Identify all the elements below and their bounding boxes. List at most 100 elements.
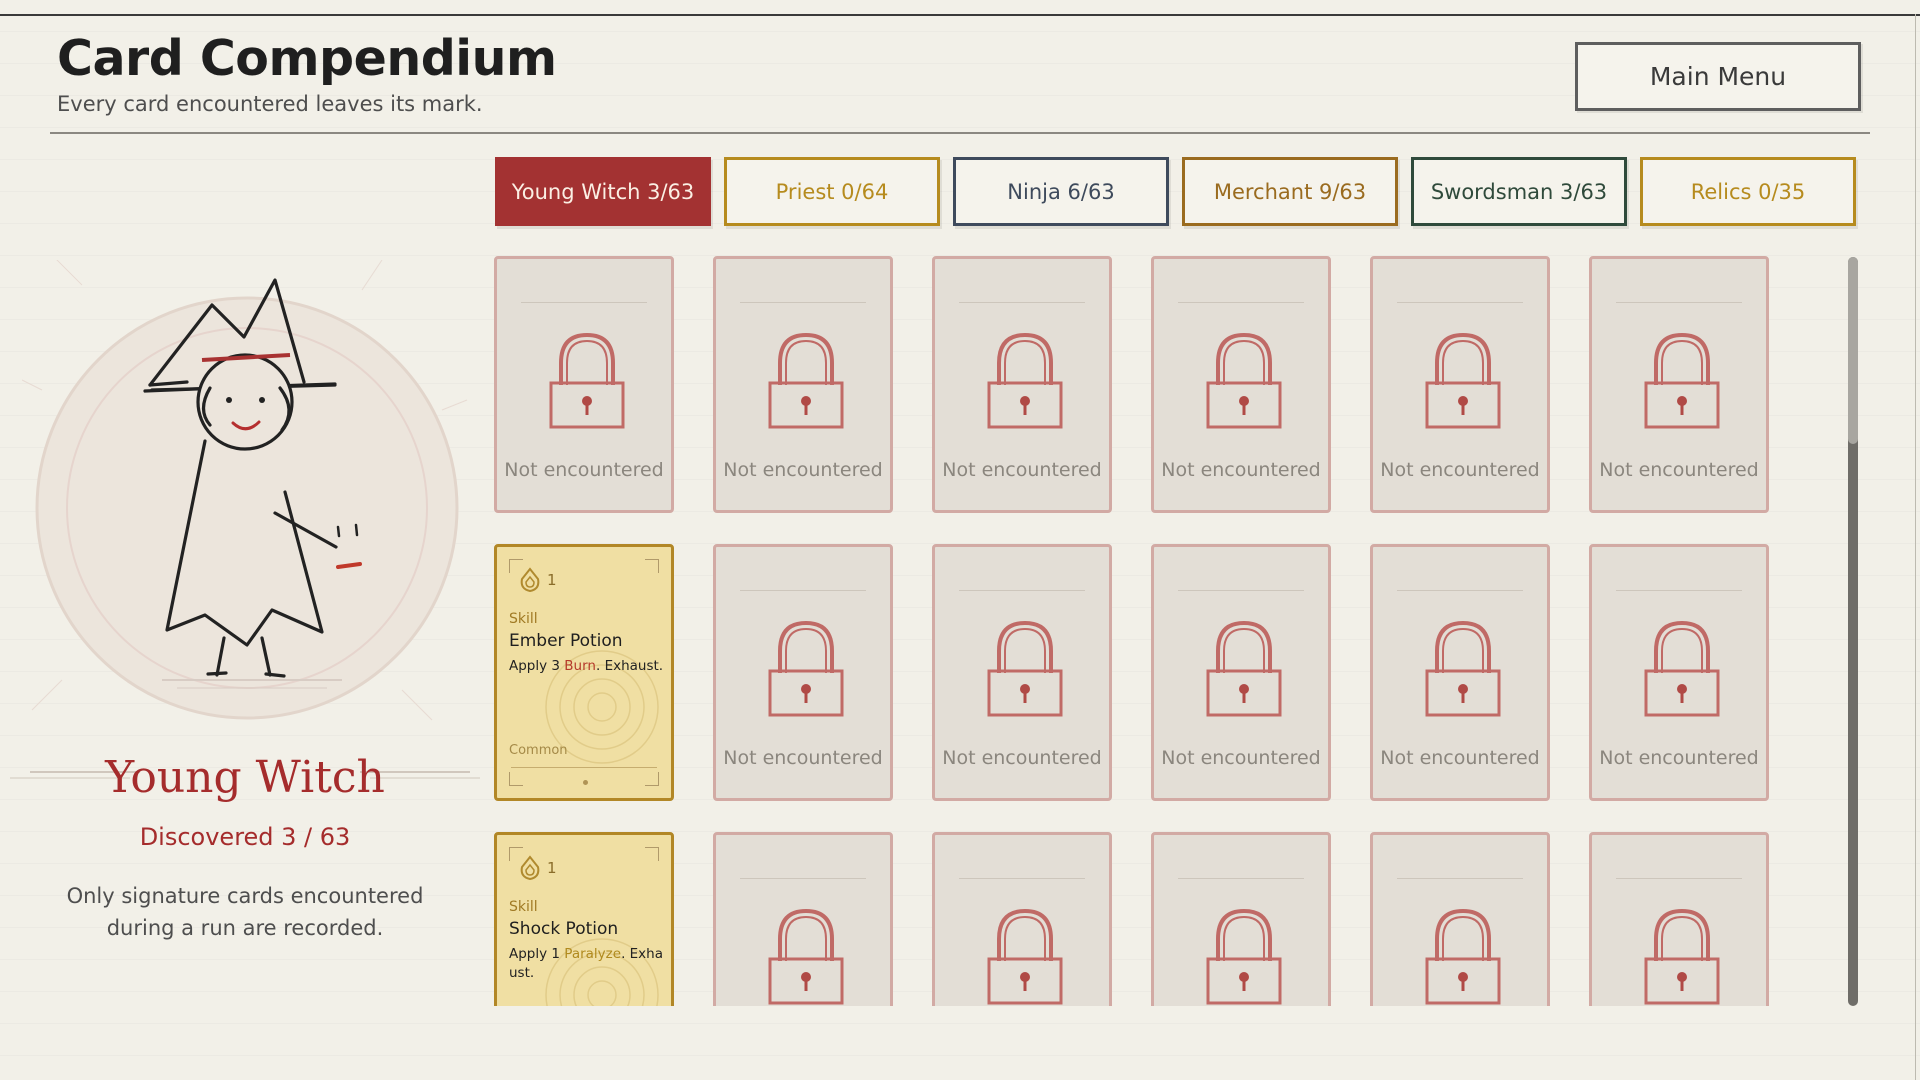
flame-cost-icon [519, 855, 541, 881]
card-cost: 1 [547, 859, 557, 877]
character-discovered-count: Discovered 3 / 63 [139, 823, 351, 851]
not-encountered-label: Not encountered [942, 459, 1102, 481]
card-type: Skill [509, 899, 538, 915]
padlock-icon [766, 329, 846, 429]
padlock-icon [766, 617, 846, 717]
not-encountered-label: Not encountered [723, 459, 883, 481]
tab-ninja[interactable]: Ninja 6/63 [953, 157, 1169, 226]
card-divider [1397, 878, 1523, 879]
padlock-icon [1642, 329, 1722, 429]
card-locked[interactable]: Not encountered [932, 832, 1112, 1006]
padlock-icon [1642, 905, 1722, 1005]
padlock-icon [1423, 617, 1503, 717]
not-encountered-label: Not encountered [1599, 747, 1759, 769]
card-corner [645, 772, 659, 786]
scrollbar-thumb[interactable] [1848, 257, 1858, 445]
padlock-icon [547, 329, 627, 429]
not-encountered-label: Not encountered [1380, 747, 1540, 769]
page-title: Card Compendium [57, 30, 557, 87]
card-locked[interactable]: Not encountered [1370, 256, 1550, 513]
right-border [1915, 14, 1916, 1080]
card-divider [1178, 302, 1304, 303]
card-locked[interactable]: Not encountered [494, 256, 674, 513]
witch-portrait [22, 260, 468, 721]
padlock-icon [1204, 329, 1284, 429]
tab-young-witch[interactable]: Young Witch 3/63 [495, 157, 711, 226]
card-locked[interactable]: Not encountered [932, 256, 1112, 513]
not-encountered-label: Not encountered [1599, 459, 1759, 481]
padlock-icon [1423, 329, 1503, 429]
top-border [0, 14, 1920, 16]
tab-relics[interactable]: Relics 0/35 [1640, 157, 1856, 226]
padlock-icon [985, 905, 1065, 1005]
card-desc-text: Apply 3 [509, 658, 565, 674]
tab-merchant[interactable]: Merchant 9/63 [1182, 157, 1398, 226]
tab-swordsman[interactable]: Swordsman 3/63 [1411, 157, 1627, 226]
card-locked[interactable]: Not encountered [1589, 832, 1769, 1006]
scrollbar[interactable] [1848, 257, 1858, 1006]
card-dot [583, 780, 588, 785]
card-divider [521, 302, 647, 303]
padlock-icon [985, 329, 1065, 429]
card-locked[interactable]: Not encountered [1151, 544, 1331, 801]
card-name: Ember Potion [509, 631, 623, 651]
card-locked[interactable]: Not encountered [1589, 256, 1769, 513]
card-grid-viewport: Not encountered Not encountered Not encoun… [494, 256, 1794, 1006]
card-divider [740, 878, 866, 879]
card-name: Shock Potion [509, 919, 619, 939]
not-encountered-label: Not encountered [1161, 747, 1321, 769]
card-divider [1178, 590, 1304, 591]
card-divider [959, 878, 1085, 879]
card-locked[interactable]: Not encountered [1370, 544, 1550, 801]
padlock-icon [1642, 617, 1722, 717]
flame-cost-icon [519, 567, 541, 593]
card-locked[interactable]: Not encountered [932, 544, 1112, 801]
card-desc-text: . Exhaust. [595, 658, 664, 674]
padlock-icon [766, 905, 846, 1005]
padlock-icon [1204, 905, 1284, 1005]
card-rarity: Common [509, 743, 568, 758]
card-locked[interactable]: Not encountered [1589, 544, 1769, 801]
padlock-icon [1204, 617, 1284, 717]
card-grid: Not encountered Not encountered Not encoun… [494, 256, 1794, 1006]
card-description: Apply 1 Paralyze. Exhaust. [509, 945, 667, 983]
card-locked[interactable]: Not encountered [713, 256, 893, 513]
card-type: Skill [509, 611, 538, 627]
not-encountered-label: Not encountered [942, 747, 1102, 769]
card-locked[interactable]: Not encountered [1370, 832, 1550, 1006]
card-discovered[interactable]: 1 Skill Shock Potion Apply 1 Paralyze. Exha… [494, 832, 674, 1006]
card-rarity-divider [511, 767, 657, 768]
not-encountered-label: Not encountered [723, 747, 883, 769]
card-locked[interactable]: Not encountered [713, 832, 893, 1006]
card-corner [645, 559, 659, 573]
padlock-icon [1423, 905, 1503, 1005]
card-divider [959, 302, 1085, 303]
not-encountered-label: Not encountered [1161, 459, 1321, 481]
card-divider [740, 590, 866, 591]
card-locked[interactable]: Not encountered [713, 544, 893, 801]
not-encountered-label: Not encountered [1380, 459, 1540, 481]
card-divider [1178, 878, 1304, 879]
card-divider [740, 302, 866, 303]
card-description: Apply 3 Burn. Exhaust. [509, 657, 667, 676]
card-corner [645, 847, 659, 861]
card-locked[interactable]: Not encountered [1151, 832, 1331, 1006]
card-divider [1616, 302, 1742, 303]
card-divider [1616, 878, 1742, 879]
tab-priest[interactable]: Priest 0/64 [724, 157, 940, 226]
main-menu-button[interactable]: Main Menu [1575, 42, 1861, 111]
card-keyword: Paralyze [564, 946, 622, 962]
card-divider [1397, 590, 1523, 591]
card-desc-text: Apply 1 [509, 946, 565, 962]
page-subtitle: Every card encountered leaves its mark. [57, 92, 483, 116]
character-name: Young Witch [105, 752, 385, 803]
card-discovered[interactable]: 1 Skill Ember Potion Apply 3 Burn. Exhaust.… [494, 544, 674, 801]
card-corner [509, 772, 523, 786]
header-divider [50, 132, 1870, 134]
class-tabs: Young Witch 3/63 Priest 0/64 Ninja 6/63 … [495, 157, 1856, 226]
character-note: Only signature cards encountered during … [66, 884, 424, 940]
card-cost: 1 [547, 571, 557, 589]
card-keyword: Burn [564, 658, 596, 674]
card-locked[interactable]: Not encountered [1151, 256, 1331, 513]
card-divider [1616, 590, 1742, 591]
